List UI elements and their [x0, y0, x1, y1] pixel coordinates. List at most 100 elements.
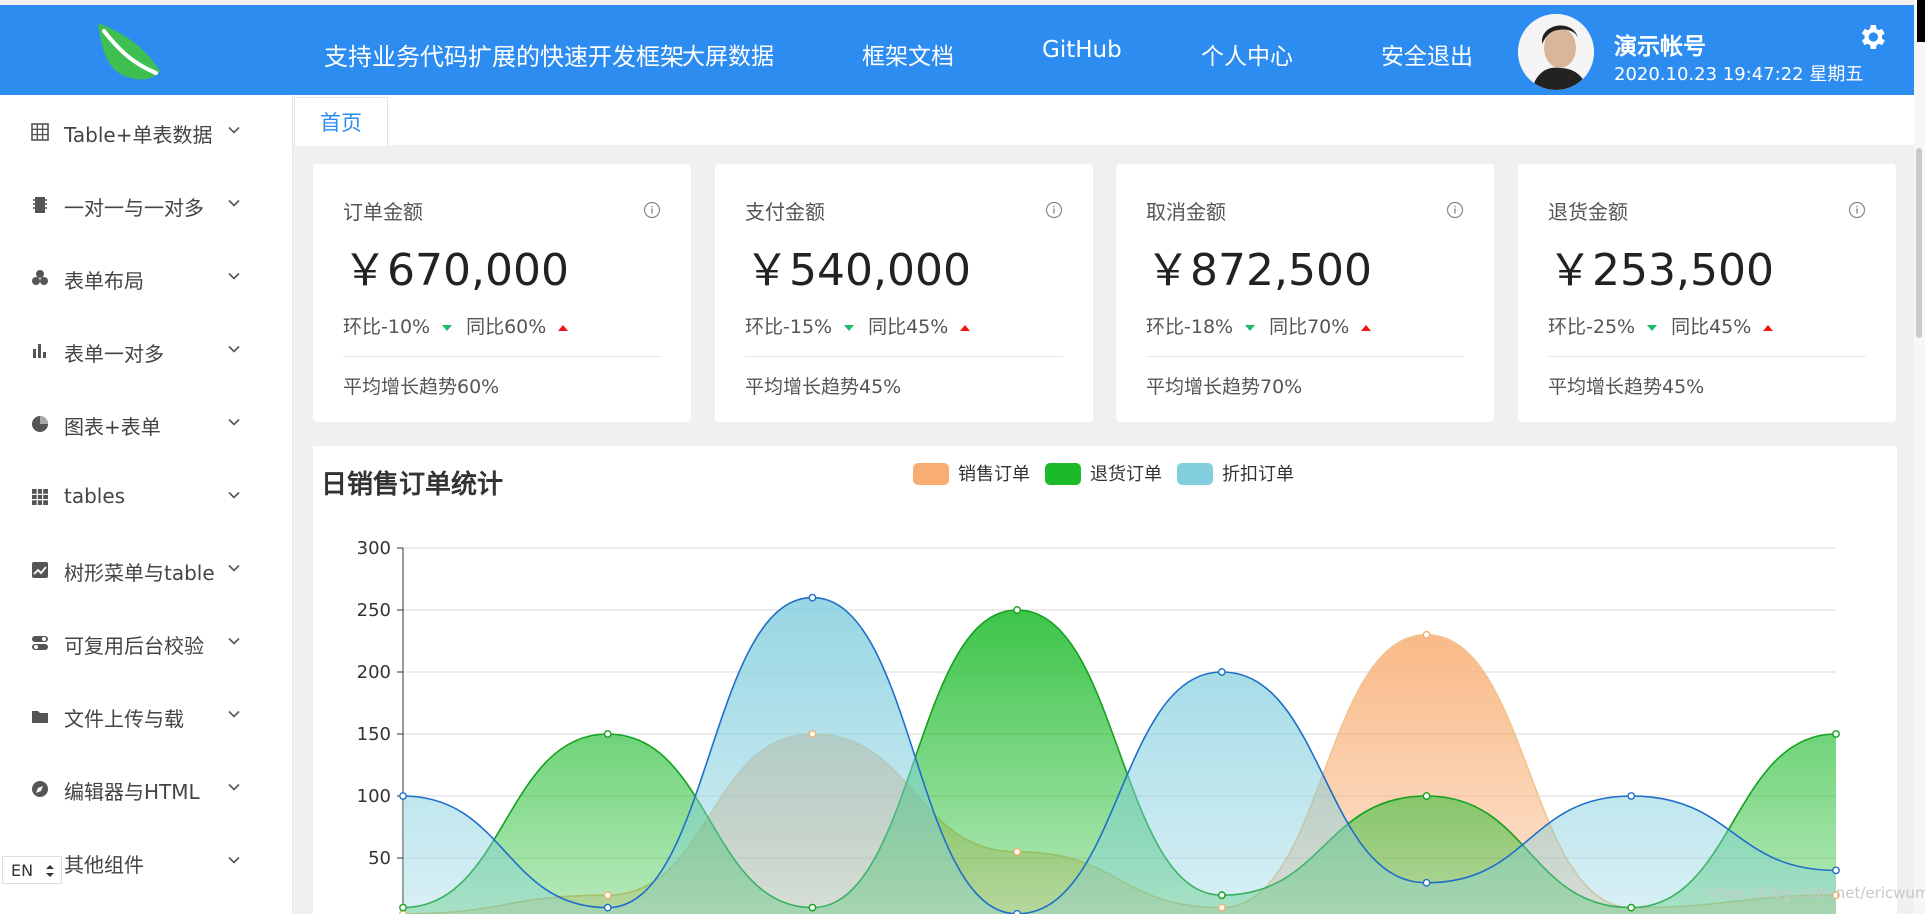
pie-chart-icon	[32, 416, 48, 432]
legend-swatch	[1045, 463, 1081, 485]
data-point	[1422, 792, 1431, 800]
sidebar-item-label: 一对一与一对多	[64, 196, 204, 220]
daily-sales-chart-panel: 日销售订单统计 50 100 150 200 250 300 销售订单 退货订单 折扣订单	[313, 446, 1897, 914]
page-scrollbar[interactable]	[1914, 0, 1925, 914]
card-average: 平均增长趋势60%	[343, 376, 500, 398]
card-divider	[1548, 356, 1866, 357]
card-amount: ￥253,500	[1548, 245, 1774, 296]
language-value: EN	[11, 861, 34, 880]
table-icon	[32, 489, 48, 505]
area-chart: 50 100 150 200 250 300 销售订单 退货订单 折扣订单	[357, 463, 1840, 914]
sidebar-item-form-one-to-many[interactable]: 表单一对多	[0, 314, 292, 387]
sort-arrows-icon	[46, 865, 54, 877]
sidebar-item-one-to-many[interactable]: 一对一与一对多	[0, 168, 292, 241]
card-title: 退货金额	[1548, 200, 1628, 224]
cluster-icon	[32, 270, 48, 285]
tab-home[interactable]: 首页	[294, 97, 388, 146]
film-icon	[33, 197, 47, 213]
sidebar-item-label: 编辑器与HTML	[64, 780, 200, 804]
line-chart-icon	[32, 562, 48, 578]
sidebar-item-label: tables	[64, 484, 126, 508]
yoy-value: 同比70%	[1269, 316, 1350, 338]
card-amount: ￥872,500	[1146, 245, 1372, 296]
data-point	[1013, 909, 1022, 914]
chevron-down-icon	[228, 126, 240, 134]
data-point	[808, 730, 817, 738]
legend-label: 折扣订单	[1222, 464, 1294, 485]
info-icon[interactable]	[1446, 201, 1464, 219]
sidebar-item-label: 图表+表单	[64, 415, 161, 439]
sidebar-item-file-upload[interactable]: 文件上传与载	[0, 679, 292, 752]
grid-icon	[31, 123, 49, 141]
yoy-value: 同比45%	[1671, 316, 1752, 338]
chevron-down-icon	[228, 783, 240, 791]
mom-value: 环比-15%	[745, 316, 833, 338]
top-header: 支持业务代码扩展的快速开发框架 大屏数据 框架文档 GitHub 个人中心 安全…	[0, 5, 1914, 95]
tab-bar: 首页	[293, 95, 1914, 146]
header-title: 支持业务代码扩展的快速开发框架	[324, 43, 684, 71]
language-select[interactable]: EN	[2, 856, 62, 884]
data-point	[399, 903, 407, 912]
data-point	[603, 730, 612, 738]
sidebar-item-label: 可复用后台校验	[64, 634, 204, 658]
sidebar-item-backend-validation[interactable]: 可复用后台校验	[0, 606, 292, 679]
nav-profile[interactable]: 个人中心	[1201, 37, 1293, 71]
data-point	[1627, 792, 1636, 800]
data-point	[399, 792, 407, 800]
legend-label: 销售订单	[958, 464, 1030, 485]
info-icon[interactable]	[1045, 201, 1063, 219]
nav-big-screen[interactable]: 大屏数据	[682, 37, 774, 71]
card-title: 支付金额	[745, 200, 825, 224]
y-tick-label: 100	[357, 786, 391, 807]
legend-label: 退货订单	[1090, 464, 1162, 485]
y-tick-label: 250	[357, 600, 391, 621]
scrollbar-thumb[interactable]	[1916, 148, 1922, 338]
info-icon[interactable]	[643, 201, 661, 219]
sidebar-item-table-single[interactable]: Table+单表数据	[0, 95, 292, 168]
sidebar-item-tables[interactable]: tables	[0, 460, 292, 533]
current-datetime: 2020.10.23 19:47:22 星期五	[1614, 64, 1864, 85]
sidebar-item-form-layout[interactable]: 表单布局	[0, 241, 292, 314]
data-point	[603, 891, 612, 900]
leaf-logo-icon	[98, 23, 160, 80]
stat-card-cancel-amount: 取消金额 ￥872,500 环比-18% 同比70% 平均增长趋势70%	[1116, 164, 1494, 422]
stat-card-order-amount: 订单金额 ￥670,000 环比-10% 同比60% 平均增长趋势60%	[313, 164, 691, 422]
bar-chart-icon	[33, 344, 46, 358]
sidebar-item-label: Table+单表数据	[64, 123, 213, 147]
data-point	[808, 593, 817, 602]
user-name: 演示帐号	[1614, 34, 1706, 60]
sidebar-item-label: 文件上传与载	[64, 707, 184, 731]
sidebar: Table+单表数据 一对一与一对多 表单布局 表单一对多 图表+表单 tabl…	[0, 95, 293, 914]
data-point	[1217, 891, 1226, 900]
gear-icon[interactable]	[1856, 21, 1888, 53]
nav-logout[interactable]: 安全退出	[1381, 37, 1473, 71]
y-tick-label: 200	[357, 662, 391, 683]
chevron-down-icon	[228, 710, 240, 718]
mom-value: 环比-10%	[343, 316, 431, 338]
data-point	[1832, 730, 1840, 738]
card-average: 平均增长趋势45%	[745, 376, 902, 398]
card-divider	[343, 356, 661, 357]
card-average: 平均增长趋势70%	[1146, 376, 1303, 398]
legend-swatch	[913, 463, 949, 485]
sidebar-item-chart-form[interactable]: 图表+表单	[0, 387, 292, 460]
card-amount: ￥670,000	[343, 245, 569, 296]
chevron-down-icon	[228, 199, 240, 207]
sidebar-item-label: 其他组件	[64, 853, 144, 877]
data-point	[1422, 878, 1431, 887]
yoy-value: 同比45%	[868, 316, 949, 338]
card-divider	[1146, 356, 1464, 357]
data-point	[1832, 866, 1840, 875]
info-icon[interactable]	[1848, 201, 1866, 219]
nav-github[interactable]: GitHub	[1042, 37, 1122, 63]
nav-docs[interactable]: 框架文档	[862, 37, 954, 71]
folder-icon	[32, 711, 48, 723]
data-point	[1627, 903, 1636, 912]
data-point	[1013, 847, 1022, 856]
sidebar-item-label: 表单一对多	[64, 342, 164, 366]
chevron-down-icon	[228, 856, 240, 864]
sidebar-item-editor-html[interactable]: 编辑器与HTML	[0, 752, 292, 825]
avatar[interactable]	[1518, 14, 1594, 90]
data-point	[1422, 630, 1431, 639]
sidebar-item-tree-table[interactable]: 树形菜单与table	[0, 533, 292, 606]
